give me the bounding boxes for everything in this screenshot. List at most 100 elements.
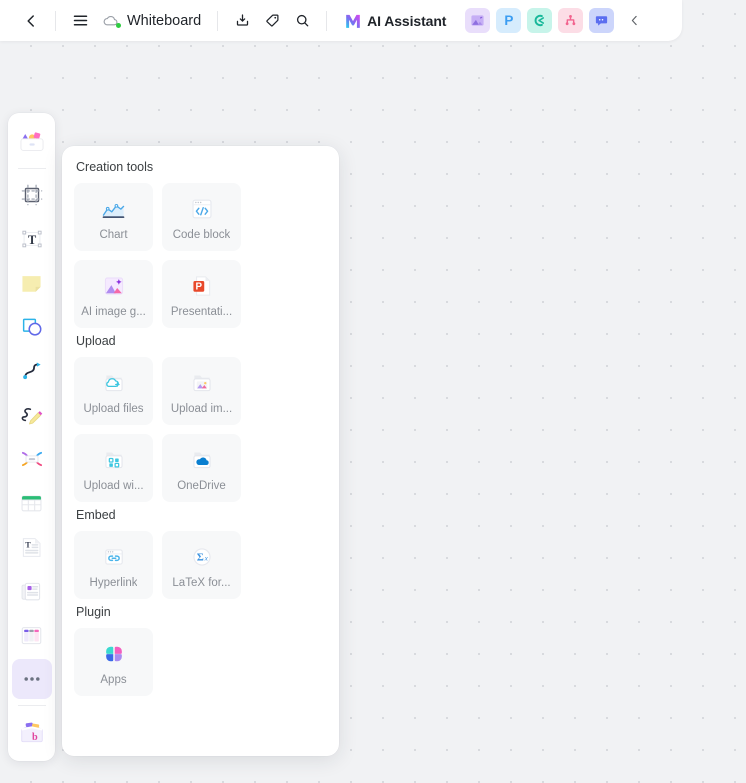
- document-title: Whiteboard: [127, 12, 202, 29]
- section-title-creation-tools: Creation tools: [76, 160, 154, 174]
- hyperlink-card[interactable]: Hyperlink: [74, 531, 153, 599]
- code-block-icon: [187, 194, 217, 224]
- search-button[interactable]: [287, 6, 317, 36]
- header-divider-3: [326, 10, 328, 31]
- card-label: OneDrive: [177, 480, 226, 493]
- sidebar-item-mind-map[interactable]: [12, 439, 52, 479]
- ai-image-generation-card[interactable]: AI image g...: [74, 260, 153, 328]
- shapes-drawer-icon: [19, 132, 44, 151]
- sidebar-item-connector[interactable]: [12, 351, 52, 391]
- tag-button[interactable]: [257, 6, 287, 36]
- upload-files-card[interactable]: Upload files: [74, 357, 153, 425]
- sidebar-item-template-library[interactable]: b: [12, 712, 52, 752]
- sticky-note-icon: [22, 275, 41, 292]
- section-title-plugin: Plugin: [76, 605, 111, 619]
- svg-text:T: T: [25, 540, 31, 549]
- presentation-p-glyph: P: [504, 13, 514, 28]
- header-divider-1: [55, 10, 56, 31]
- sidebar-item-text[interactable]: T: [12, 219, 52, 259]
- card-stack-icon: [21, 582, 41, 600]
- sidebar-item-shape[interactable]: [12, 307, 52, 347]
- svg-text:Σ: Σ: [196, 552, 203, 564]
- latex-formula-icon: Σ x: [187, 542, 217, 572]
- ai-image-icon: [99, 271, 129, 301]
- kanban-columns-icon: [21, 626, 42, 644]
- upload-folder-icon: [99, 368, 129, 398]
- sidebar-item-shapes-drawer[interactable]: [12, 122, 52, 162]
- sync-status-dot: [116, 22, 121, 28]
- chart-card[interactable]: Chart: [74, 183, 153, 251]
- mindmap-icon: [534, 14, 545, 27]
- presentation-app-button[interactable]: P: [496, 8, 522, 33]
- card-label: AI image g...: [81, 306, 146, 319]
- svg-text:b: b: [31, 732, 37, 743]
- mind-map-icon: [21, 451, 42, 467]
- collapse-apps-button[interactable]: [622, 9, 646, 33]
- presentation-card[interactable]: P Presentati...: [162, 260, 241, 328]
- section-title-embed: Embed: [76, 508, 116, 522]
- whiteboard-app: Whiteboard AI Assistant P T T b Creation…: [0, 0, 746, 783]
- cloud-sync-icon: [102, 12, 121, 30]
- text-box-icon: T: [21, 230, 42, 248]
- document-title-button[interactable]: Whiteboard: [95, 9, 208, 33]
- widget-folder-icon: [99, 445, 129, 475]
- sidebar-item-kanban[interactable]: [12, 615, 52, 655]
- download-icon: [236, 14, 248, 26]
- svg-text:x: x: [203, 554, 208, 563]
- back-button[interactable]: [16, 6, 46, 36]
- flowchart-icon: [566, 14, 576, 26]
- image-folder-icon: [187, 368, 217, 398]
- onedrive-card[interactable]: OneDrive: [162, 434, 241, 502]
- ai-image-icon: [471, 15, 484, 26]
- search-icon: [296, 14, 309, 27]
- code-block-card[interactable]: Code block: [162, 183, 241, 251]
- text-document-icon: T: [22, 537, 41, 557]
- svg-text:T: T: [27, 233, 36, 247]
- menu-button[interactable]: [65, 6, 95, 36]
- ai-assistant-button[interactable]: AI Assistant: [336, 7, 453, 35]
- apps-card[interactable]: Apps: [74, 628, 153, 696]
- insert-tools-panel: Creation tools Chart Code block AI image…: [62, 146, 339, 756]
- download-button[interactable]: [227, 6, 257, 36]
- sidebar-item-frame[interactable]: [12, 175, 52, 215]
- upload-images-card[interactable]: Upload im...: [162, 357, 241, 425]
- app-chip-group: P: [465, 8, 615, 33]
- template-box-icon: b: [20, 722, 43, 743]
- hyperlink-icon: [99, 542, 129, 572]
- card-label: Presentati...: [170, 306, 233, 319]
- sidebar-item-card-stack[interactable]: [12, 571, 52, 611]
- hamburger-menu-icon: [73, 15, 87, 26]
- toolbar-divider-bottom: [17, 705, 46, 706]
- latex-formula-card[interactable]: Σ x LaTeX for...: [162, 531, 241, 599]
- flowchart-app-button[interactable]: [558, 8, 584, 33]
- chat-app-button[interactable]: [589, 8, 615, 33]
- toolbar-divider-top: [17, 168, 46, 169]
- card-label: Apps: [100, 674, 127, 687]
- sidebar-item-more-tools[interactable]: [11, 659, 52, 699]
- onedrive-folder-icon: [187, 445, 217, 475]
- top-header-bar: Whiteboard AI Assistant P: [0, 0, 682, 41]
- upload-grid: Upload files Upload im... Upload wi... O…: [74, 357, 327, 502]
- upload-widgets-card[interactable]: Upload wi...: [74, 434, 153, 502]
- card-label: Code block: [172, 229, 231, 242]
- chevron-left-icon: [27, 14, 34, 27]
- apps-grid-icon: [99, 639, 129, 669]
- sidebar-item-sticky-note[interactable]: [12, 263, 52, 303]
- pencil-scribble-icon: [21, 407, 43, 424]
- sidebar-item-document[interactable]: T: [12, 527, 52, 567]
- chat-bubble-icon: [596, 16, 608, 26]
- powerpoint-icon: P: [187, 271, 217, 301]
- mindmap-app-button[interactable]: [527, 8, 553, 33]
- card-label: Hyperlink: [89, 577, 138, 590]
- sidebar-item-table[interactable]: [12, 483, 52, 523]
- creation-tools-grid: Chart Code block AI image g... P Present…: [74, 183, 327, 328]
- ai-assistant-logo-icon: [346, 14, 360, 28]
- sidebar-item-pen[interactable]: [12, 395, 52, 435]
- tag-icon: [265, 14, 279, 27]
- ai-image-app-button[interactable]: [465, 8, 491, 33]
- frame-icon: [21, 184, 42, 206]
- left-tool-sidebar: T T b: [8, 113, 55, 761]
- ellipsis-icon: [23, 677, 40, 681]
- card-label: LaTeX for...: [172, 577, 231, 590]
- plugin-grid: Apps: [74, 628, 327, 696]
